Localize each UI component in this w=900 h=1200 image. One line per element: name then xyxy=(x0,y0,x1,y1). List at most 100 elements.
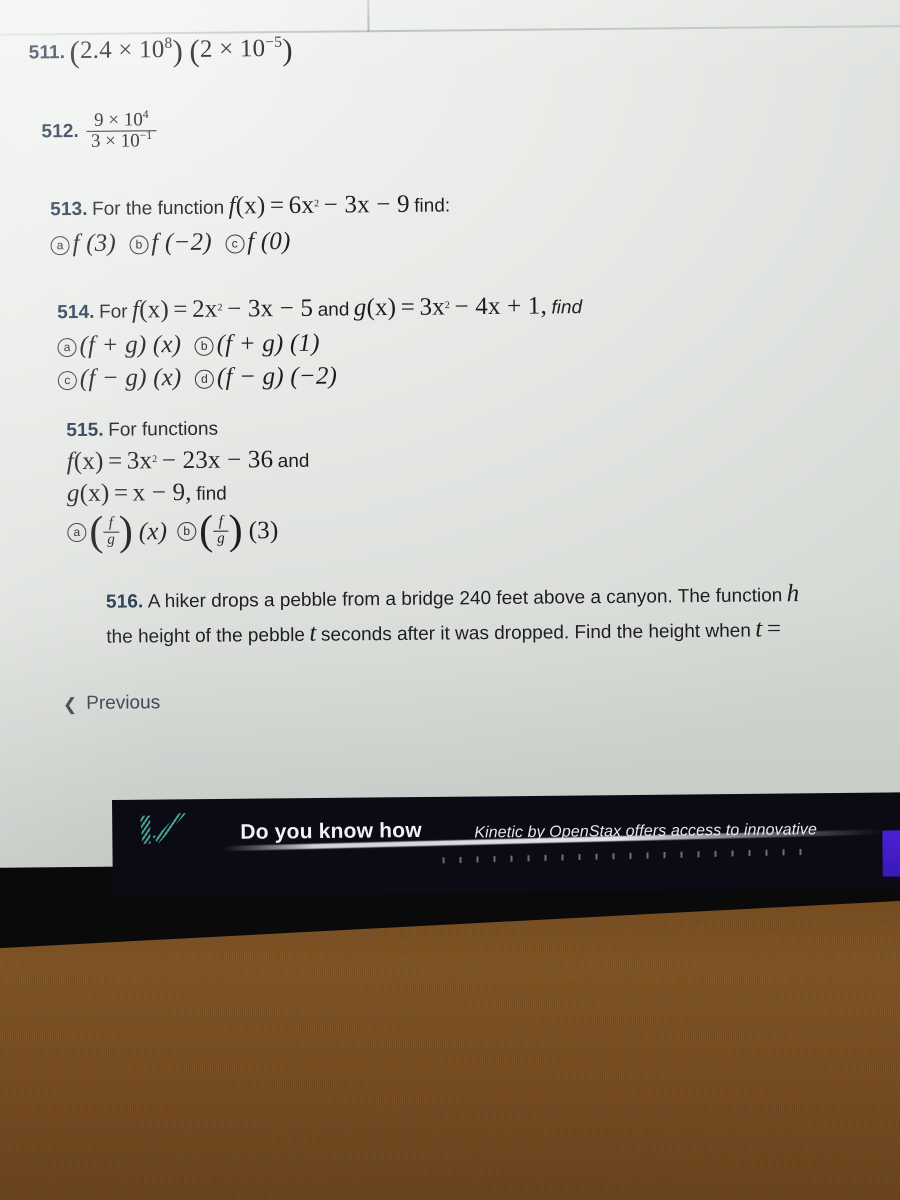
fraction-denominator: 3 × 10−1 xyxy=(86,129,157,153)
f-rhs-exponent: 2 xyxy=(217,302,223,314)
g-arg: (x) xyxy=(366,293,397,322)
prompt-lead: For the function xyxy=(91,197,225,220)
chevron-left-icon: ❮ xyxy=(62,694,78,714)
choice-marker-a: a xyxy=(67,522,87,542)
choice-b-arg: (3) xyxy=(248,516,279,544)
exercise-516-line1: 516. A hiker drops a pebble from a bridg… xyxy=(106,576,900,616)
exponent-2: −5 xyxy=(265,33,283,51)
paren-close-1: ) xyxy=(172,32,184,69)
line2-var-t: t xyxy=(309,619,317,647)
fraction-b-denominator: g xyxy=(213,530,229,548)
prompt-lead: For functions xyxy=(108,418,219,441)
prompt-tail: find xyxy=(196,484,227,506)
exercise-515-g-def: g(x) = x − 9, find xyxy=(67,476,310,510)
g-rhs-1: 3x xyxy=(419,293,446,321)
f-rhs-exponent: 2 xyxy=(152,453,158,465)
g-rhs-exponent: 2 xyxy=(444,300,451,312)
g-equals: = xyxy=(113,479,129,508)
paren-close-2: ) xyxy=(282,31,293,68)
exercise-515-choices: a ( f g ) (x) b ( f g ) (3) xyxy=(67,507,310,555)
choice-marker-a: a xyxy=(50,235,70,255)
exercise-515-f-def: f(x) = 3x2 − 23x − 36 and xyxy=(66,444,310,478)
g-name: g xyxy=(353,294,367,322)
choice-text-b: (f + g) (1) xyxy=(216,329,320,358)
choice-marker-c: c xyxy=(57,371,77,391)
exercise-number: 515. xyxy=(66,419,104,442)
rhs-exponent: 2 xyxy=(314,198,320,210)
previous-link[interactable]: ❮ Previous xyxy=(63,692,160,715)
line2-var-t2: t xyxy=(755,614,763,643)
numerator-base: 10 xyxy=(123,109,143,131)
exercise-513-choices: af (3) bf (−2) cf (0) xyxy=(50,224,450,259)
fraction-a-numerator: f xyxy=(108,514,114,531)
choice-text-a: f (3) xyxy=(72,229,117,257)
numerator-exponent: 4 xyxy=(142,107,149,122)
choice-text-b: f (−2) xyxy=(151,228,212,256)
exercise-fraction: 9 × 104 3 × 10−1 xyxy=(86,107,157,153)
exercise-512: 512. 9 × 104 3 × 10−1 xyxy=(41,107,157,153)
fraction-b: f g xyxy=(213,513,229,548)
g-arg: (x) xyxy=(79,480,110,508)
f-equals: = xyxy=(107,447,123,475)
choice-marker-b: b xyxy=(129,234,149,255)
f-arg: (x) xyxy=(139,296,170,324)
choice-marker-b: b xyxy=(194,336,214,356)
line1-text: A hiker drops a pebble from a bridge 240… xyxy=(147,585,783,613)
base-1: 10 xyxy=(138,36,165,64)
exercise-515-prompt: 515. For functions xyxy=(66,417,309,443)
choice-marker-c: c xyxy=(225,233,245,254)
g-rhs-2: − 4x + 1, xyxy=(454,292,548,321)
numerator-coefficient: 9 xyxy=(93,109,104,131)
exercise-number: 511. xyxy=(28,42,66,64)
f-equals: = xyxy=(173,295,188,324)
fraction-b-numerator: f xyxy=(218,513,223,530)
denominator-base: 10 xyxy=(120,130,140,152)
denominator-coefficient: 3 xyxy=(90,130,101,152)
window-edge-left xyxy=(366,0,370,33)
f-rhs-1: 3x xyxy=(126,447,153,475)
choice-marker-d: d xyxy=(194,369,215,389)
function-arg: (x) xyxy=(235,192,266,220)
exercise-514: 514. For f(x) = 2x2 − 3x − 5 and g(x) = … xyxy=(57,290,583,395)
exercise-515: 515. For functions f(x) = 3x2 − 23x − 36… xyxy=(66,417,310,555)
screen-moire-dots xyxy=(442,848,803,864)
coefficient-2: 2 xyxy=(199,35,213,63)
fraction-numerator: 9 × 104 xyxy=(87,107,156,131)
big-paren-open-b: ( xyxy=(198,507,214,554)
big-paren-close-b: ) xyxy=(228,507,243,554)
big-paren-close-a: ) xyxy=(118,508,134,555)
exponent-1: 8 xyxy=(164,34,173,52)
exercise-516-line2: the height of the pebble t seconds after… xyxy=(106,611,900,651)
f-rhs-1: 2x xyxy=(191,295,218,323)
exercise-number: 514. xyxy=(57,301,95,324)
promo-banner[interactable]: Do you know how Kinetic by OpenStax offe… xyxy=(112,791,900,896)
prompt-lead: For xyxy=(98,301,128,323)
coefficient-1: 2.4 xyxy=(79,36,113,64)
f-rhs-2: − 3x − 5 xyxy=(227,294,314,323)
exercise-513: 513. For the function f(x) = 6x2 − 3x − … xyxy=(50,188,451,259)
g-name: g xyxy=(66,480,80,508)
exercise-number: 513. xyxy=(50,198,88,221)
line2-cont: seconds after it was dropped. Find the h… xyxy=(320,620,751,646)
big-paren-open-a: ( xyxy=(89,508,104,555)
exercise-number: 516. xyxy=(105,591,144,613)
rhs-term-1: 6x xyxy=(288,191,315,219)
choice-marker-b: b xyxy=(177,521,197,541)
denominator-multiply: × xyxy=(105,130,117,152)
exercise-514-choices-row2: c (f − g) (x) d (f − g) (−2) xyxy=(57,358,583,395)
paren-open-2: ( xyxy=(189,32,201,68)
equals-sign: = xyxy=(269,192,285,220)
line1-function-var: h xyxy=(786,580,800,608)
promo-cta-button[interactable] xyxy=(882,830,900,877)
f-rhs-2: − 23x − 36 xyxy=(161,446,274,475)
choice-marker-a: a xyxy=(57,337,77,357)
conjunction: and xyxy=(277,450,310,473)
exercise-number: 512. xyxy=(41,120,79,142)
exercise-514-prompt: 514. For f(x) = 2x2 − 3x − 5 and g(x) = … xyxy=(57,290,582,327)
exercise-514-choices-row1: a (f + g) (x) b (f + g) (1) xyxy=(57,325,582,362)
laptop-screen: 511. (2.4 × 108) (2 × 10−5) 512. 9 × 104… xyxy=(0,0,900,868)
window-edge-bottom xyxy=(0,24,900,36)
exercise-511: 511. (2.4 × 108) (2 × 10−5) xyxy=(28,31,293,69)
rhs-term-2: − 3x − 9 xyxy=(323,190,410,219)
g-rhs: x − 9, xyxy=(132,479,192,507)
